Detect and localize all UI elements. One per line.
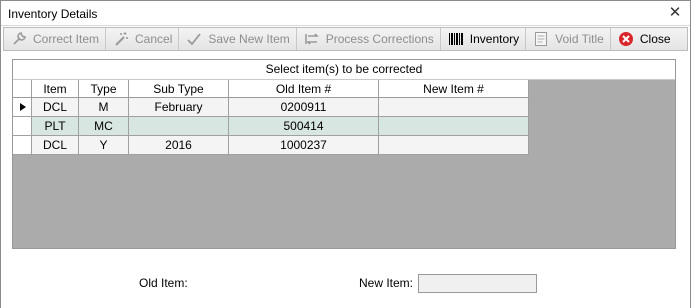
grid-header-row: Item Type Sub Type Old Item # New Item #: [13, 80, 529, 98]
cell-item[interactable]: PLT: [32, 117, 79, 135]
barcode-icon: [446, 30, 466, 48]
process-corrections-label: Process Corrections: [325, 32, 434, 46]
cell-sub-type[interactable]: February: [129, 98, 229, 116]
row-header[interactable]: [13, 117, 32, 135]
cell-new-item[interactable]: [379, 98, 529, 116]
correct-item-button[interactable]: Correct Item: [4, 28, 107, 50]
column-header-type[interactable]: Type: [79, 80, 129, 97]
title-bar: Inventory Details ✕: [1, 1, 690, 26]
cell-sub-type[interactable]: 2016: [129, 136, 229, 154]
inventory-details-window: Inventory Details ✕ Correct Item Cancel …: [0, 0, 691, 308]
column-header-sub-type[interactable]: Sub Type: [129, 80, 229, 97]
close-label: Close: [639, 32, 671, 46]
correct-item-label: Correct Item: [33, 32, 100, 46]
void-title-label: Void Title: [555, 32, 604, 46]
magic-wand-icon: [111, 30, 131, 48]
wrench-icon: [9, 30, 29, 48]
window-close-icon[interactable]: ✕: [666, 4, 684, 22]
cancel-label: Cancel: [135, 32, 173, 46]
cell-old-item[interactable]: 500414: [229, 117, 379, 135]
process-corrections-button[interactable]: Process Corrections: [297, 28, 441, 50]
row-header-corner: [13, 80, 32, 97]
new-item-input[interactable]: [418, 274, 537, 293]
process-arrows-icon: [302, 30, 322, 48]
close-button[interactable]: Close: [611, 28, 677, 50]
old-item-label: Old Item:: [139, 276, 188, 290]
cell-type[interactable]: Y: [79, 136, 129, 154]
cell-sub-type[interactable]: [129, 117, 229, 135]
checkmark-icon: [184, 30, 204, 48]
close-circle-icon: [616, 30, 636, 48]
save-new-item-button[interactable]: Save New Item: [179, 28, 297, 50]
document-icon: [531, 30, 551, 48]
cell-type[interactable]: M: [79, 98, 129, 116]
cell-old-item[interactable]: 0200911: [229, 98, 379, 116]
row-header[interactable]: [13, 136, 32, 154]
cell-new-item[interactable]: [379, 136, 529, 154]
correction-form: [1, 253, 690, 308]
grid-caption: Select item(s) to be corrected: [13, 60, 675, 80]
table-row[interactable]: DCL Y 2016 1000237: [13, 136, 529, 155]
window-title: Inventory Details: [8, 7, 98, 21]
cell-type[interactable]: MC: [79, 117, 129, 135]
inventory-label: Inventory: [469, 32, 520, 46]
current-row-indicator-icon[interactable]: [13, 98, 32, 116]
new-item-label: New Item:: [359, 276, 414, 290]
cancel-button[interactable]: Cancel: [106, 28, 180, 50]
table-row[interactable]: DCL M February 0200911: [13, 98, 529, 117]
toolbar: Correct Item Cancel Save New Item Proces…: [3, 27, 688, 51]
column-header-item[interactable]: Item: [32, 80, 79, 97]
items-grid[interactable]: Select item(s) to be corrected Item Type…: [12, 59, 676, 249]
inventory-button[interactable]: Inventory: [441, 28, 527, 50]
cell-item[interactable]: DCL: [32, 98, 79, 116]
column-header-new-item[interactable]: New Item #: [379, 80, 529, 97]
cell-new-item[interactable]: [379, 117, 529, 135]
table-row[interactable]: PLT MC 500414: [13, 117, 529, 136]
save-new-item-label: Save New Item: [208, 32, 290, 46]
cell-old-item[interactable]: 1000237: [229, 136, 379, 154]
cell-item[interactable]: DCL: [32, 136, 79, 154]
column-header-old-item[interactable]: Old Item #: [229, 80, 379, 97]
void-title-button[interactable]: Void Title: [526, 28, 611, 50]
